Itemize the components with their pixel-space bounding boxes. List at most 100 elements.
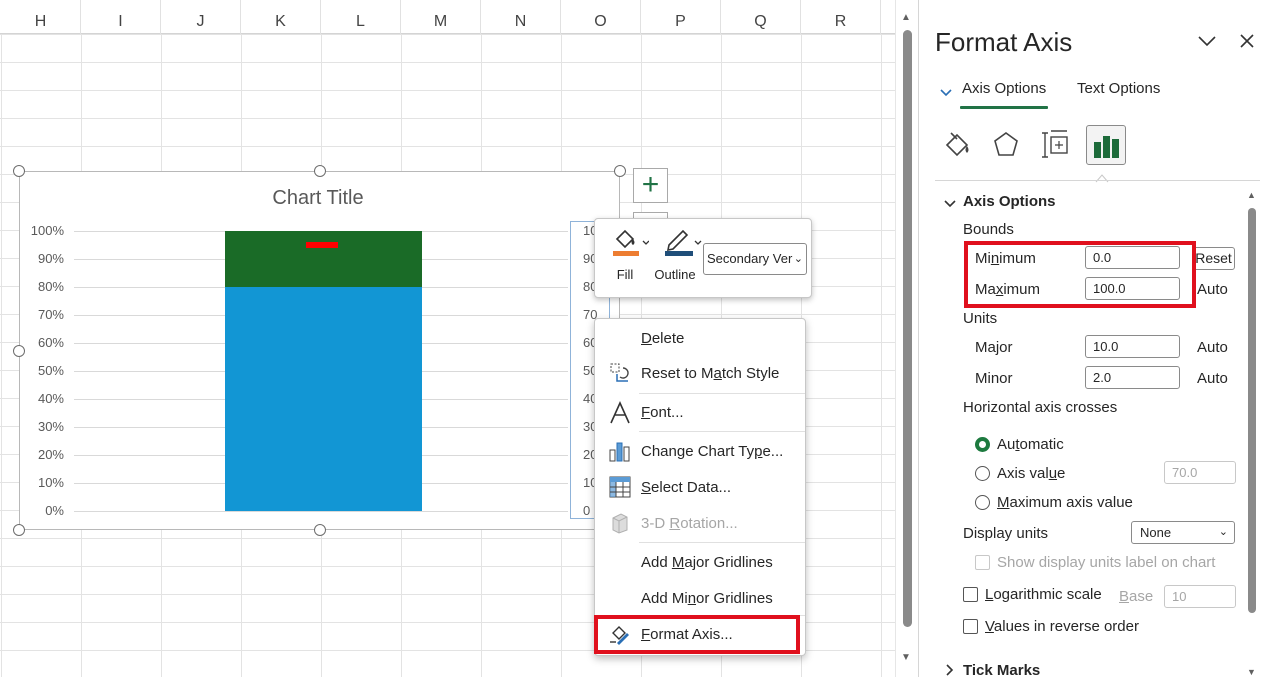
pentagon-icon	[994, 132, 1018, 156]
tab-axis-options[interactable]: Axis Options	[962, 80, 1046, 97]
base-field: 10	[1164, 585, 1236, 608]
column-header-m[interactable]: M	[401, 0, 481, 34]
chevron-down-icon: ⌄	[1218, 526, 1228, 538]
menu-item-change-chart-type[interactable]: Change Chart Type...	[595, 434, 805, 468]
gridline	[74, 511, 568, 512]
y-tick-label: 0%	[45, 503, 64, 518]
scroll-up-arrow-icon[interactable]: ▲	[1247, 190, 1256, 200]
fill-line-category-button[interactable]	[939, 125, 979, 165]
menu-item-add-major-gridlines[interactable]: Add Major Gridlines	[595, 545, 805, 579]
minor-unit-field[interactable]: 2.0	[1085, 366, 1180, 389]
paint-bucket-icon	[945, 132, 969, 157]
effects-category-button[interactable]	[986, 125, 1026, 165]
scroll-down-arrow-icon[interactable]: ▼	[1247, 667, 1256, 677]
chart-title[interactable]: Chart Title	[230, 187, 406, 210]
size-properties-category-button[interactable]	[1037, 125, 1077, 165]
menu-item-format-axis[interactable]: Format Axis...	[595, 617, 805, 651]
y-tick-label: 100%	[30, 223, 64, 238]
radio-maximum-axis-value-label: Maximum axis value	[997, 494, 1133, 511]
section-axis-options[interactable]: Axis Options	[963, 193, 1056, 210]
menu-separator	[639, 615, 805, 616]
chart-type-icon	[609, 440, 631, 462]
fill-label: Fill	[616, 267, 634, 282]
pane-scrollbar[interactable]: ▲ ▼	[1245, 190, 1259, 677]
bar-series-2[interactable]	[225, 231, 422, 287]
resize-handle-top[interactable]	[314, 165, 326, 177]
column-header-n[interactable]: N	[481, 0, 561, 34]
column-header-r[interactable]: R	[801, 0, 881, 34]
reset-button[interactable]: Reset	[1192, 247, 1235, 270]
pane-title: Format Axis	[935, 27, 1073, 57]
close-icon[interactable]	[1239, 33, 1255, 54]
tab-expand-chevron-icon	[939, 85, 953, 103]
scroll-up-arrow-icon[interactable]: ▲	[901, 12, 911, 23]
font-icon	[609, 401, 631, 424]
axis-value-field: 70.0	[1164, 461, 1236, 484]
select-data-icon	[609, 476, 631, 498]
y-tick-label: 90%	[37, 251, 64, 266]
axis-options-category-button[interactable]	[1086, 125, 1126, 165]
column-header-h[interactable]: H	[1, 0, 81, 34]
column-header-p[interactable]: P	[641, 0, 721, 34]
base-label: Base	[1119, 588, 1154, 605]
maximum-field[interactable]: 100.0	[1085, 277, 1180, 300]
display-units-select[interactable]: None ⌄	[1131, 521, 1235, 544]
menu-item-font[interactable]: Font...	[595, 395, 805, 429]
chart-element-selector-value: Secondary Ver	[707, 251, 793, 266]
y-tick-label: 20%	[37, 447, 64, 462]
column-header-k[interactable]: K	[241, 0, 321, 34]
minimum-field[interactable]: 0.0	[1085, 246, 1180, 269]
chevron-down-icon: ⌄	[793, 253, 803, 265]
fill-button[interactable]: Fill	[605, 225, 650, 282]
format-axis-icon	[609, 623, 631, 645]
section-expand-chevron-icon[interactable]	[945, 663, 955, 682]
radio-maximum-axis-value[interactable]	[975, 495, 990, 510]
scroll-down-arrow-icon[interactable]: ▼	[901, 652, 911, 663]
resize-handle-top-right[interactable]	[614, 165, 626, 177]
major-unit-field[interactable]: 10.0	[1085, 335, 1180, 358]
column-header-i[interactable]: I	[81, 0, 161, 34]
minor-label: Minor	[975, 370, 1013, 387]
menu-separator	[639, 393, 805, 394]
menu-item-add-minor-gridlines[interactable]: Add Minor Gridlines	[595, 581, 805, 615]
show-units-label: Show display units label on chart	[997, 554, 1216, 571]
resize-handle-bottom[interactable]	[314, 524, 326, 536]
bounds-label: Bounds	[963, 221, 1014, 238]
column-header-j[interactable]: J	[161, 0, 241, 34]
value-marker[interactable]	[306, 242, 338, 248]
chart-elements-button[interactable]: +	[633, 168, 668, 203]
menu-separator	[639, 431, 805, 432]
logarithmic-scale-checkbox[interactable]	[963, 587, 978, 602]
reverse-order-checkbox[interactable]	[963, 619, 978, 634]
menu-separator	[639, 542, 805, 543]
pane-scrollbar-thumb[interactable]	[1248, 208, 1256, 613]
column-header-q[interactable]: Q	[721, 0, 801, 34]
radio-axis-value[interactable]	[975, 466, 990, 481]
secondary-tick-label: 0	[583, 503, 591, 518]
context-menu: Delete Reset to Match Style Font... Chan…	[594, 318, 806, 656]
menu-item-reset-style[interactable]: Reset to Match Style	[595, 356, 805, 390]
column-header-o[interactable]: O	[561, 0, 641, 34]
section-tick-marks[interactable]: Tick Marks	[963, 662, 1040, 679]
size-properties-icon	[1042, 130, 1068, 158]
resize-handle-top-left[interactable]	[13, 165, 25, 177]
scrollbar-thumb[interactable]	[903, 30, 912, 627]
y-tick-label: 10%	[37, 475, 64, 490]
resize-handle-bottom-left[interactable]	[13, 524, 25, 536]
menu-item-select-data[interactable]: Select Data...	[595, 470, 805, 504]
worksheet-vertical-scrollbar[interactable]: ▲ ▼	[895, 0, 917, 677]
chart-element-selector[interactable]: Secondary Ver ⌄	[703, 243, 807, 275]
format-axis-pane: Format Axis Axis Options Text Options Ax…	[918, 0, 1275, 679]
tab-text-options[interactable]: Text Options	[1077, 80, 1160, 97]
menu-item-3d-rotation: 3-D Rotation...	[595, 506, 805, 540]
radio-automatic[interactable]	[975, 437, 990, 452]
bar-series-1[interactable]	[225, 287, 422, 511]
pane-divider	[935, 180, 1260, 181]
pane-options-chevron-icon[interactable]	[1197, 32, 1217, 53]
outline-button[interactable]: Outline	[653, 225, 702, 282]
logarithmic-scale-label: Logarithmic scale	[985, 586, 1102, 603]
radio-axis-value-label: Axis value	[997, 465, 1066, 482]
section-collapse-chevron-icon[interactable]	[943, 196, 957, 214]
menu-item-delete[interactable]: Delete	[595, 321, 805, 355]
column-header-l[interactable]: L	[321, 0, 401, 34]
